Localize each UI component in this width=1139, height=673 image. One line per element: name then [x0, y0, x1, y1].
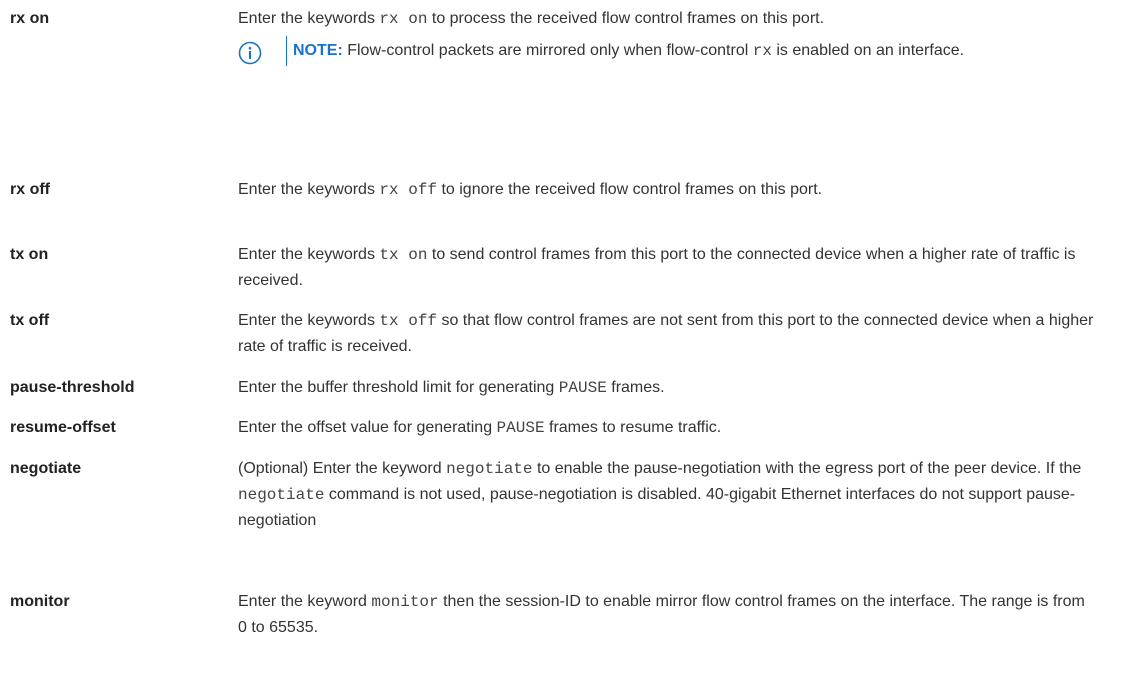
note-label: NOTE:	[293, 42, 343, 59]
desc-code: monitor	[371, 593, 439, 611]
param-description: Enter the buffer threshold limit for gen…	[238, 375, 1118, 401]
desc-text: command is not used, pause-negotiation i…	[238, 486, 1076, 529]
desc-text: Enter the keyword	[238, 593, 372, 610]
param-term: resume-offset	[10, 419, 116, 436]
desc-text: Enter the keywords	[238, 312, 380, 329]
info-circle-icon	[238, 41, 262, 65]
desc-code: PAUSE	[558, 379, 607, 397]
note-body: NOTE: Flow-control packets are mirrored …	[286, 36, 1088, 66]
param-term: pause-threshold	[10, 379, 135, 396]
note-box: NOTE: Flow-control packets are mirrored …	[238, 36, 1088, 66]
param-description: Enter the keywords rx off to ignore the …	[238, 177, 1088, 203]
desc-code: negotiate	[238, 486, 325, 504]
desc-text: Enter the keywords	[238, 181, 380, 198]
desc-code: rx off	[379, 181, 438, 199]
param-term: tx on	[10, 246, 49, 263]
param-description: Enter the keyword monitor then the sessi…	[238, 589, 1093, 640]
desc-text: Enter the buffer threshold limit for gen…	[238, 379, 559, 396]
note-text: is enabled on an interface.	[771, 42, 965, 59]
desc-text: frames.	[606, 379, 665, 396]
param-description: Enter the keywords tx on to send control…	[238, 242, 1118, 293]
param-description: Enter the keywords tx off so that flow c…	[238, 308, 1118, 359]
desc-text: Enter the offset value for generating	[238, 419, 497, 436]
desc-code: PAUSE	[496, 419, 545, 437]
note-code: rx	[752, 42, 772, 60]
desc-code: tx on	[379, 246, 428, 264]
param-term: negotiate	[10, 460, 82, 477]
desc-text: (Optional) Enter the keyword	[238, 460, 447, 477]
desc-text: Enter the keywords	[238, 10, 380, 27]
desc-text: frames to resume traffic.	[544, 419, 722, 436]
param-term: monitor	[10, 593, 70, 610]
desc-text: to enable the pause-negotiation with the…	[532, 460, 1082, 477]
desc-text: to process the received flow control fra…	[427, 10, 825, 27]
note-text: Flow-control packets are mirrored only w…	[342, 42, 753, 59]
desc-code: rx on	[379, 10, 428, 28]
param-description: Enter the keywords rx on to process the …	[238, 6, 1088, 66]
desc-text: to ignore the received flow control fram…	[437, 181, 823, 198]
param-description: Enter the offset value for generating PA…	[238, 415, 1118, 441]
param-term: rx on	[10, 10, 50, 27]
param-description: (Optional) Enter the keyword negotiate t…	[238, 456, 1100, 533]
param-term: rx off	[10, 181, 50, 198]
desc-text: Enter the keywords	[238, 246, 380, 263]
desc-code: negotiate	[446, 460, 533, 478]
desc-code: tx off	[379, 312, 438, 330]
param-term: tx off	[10, 312, 50, 329]
